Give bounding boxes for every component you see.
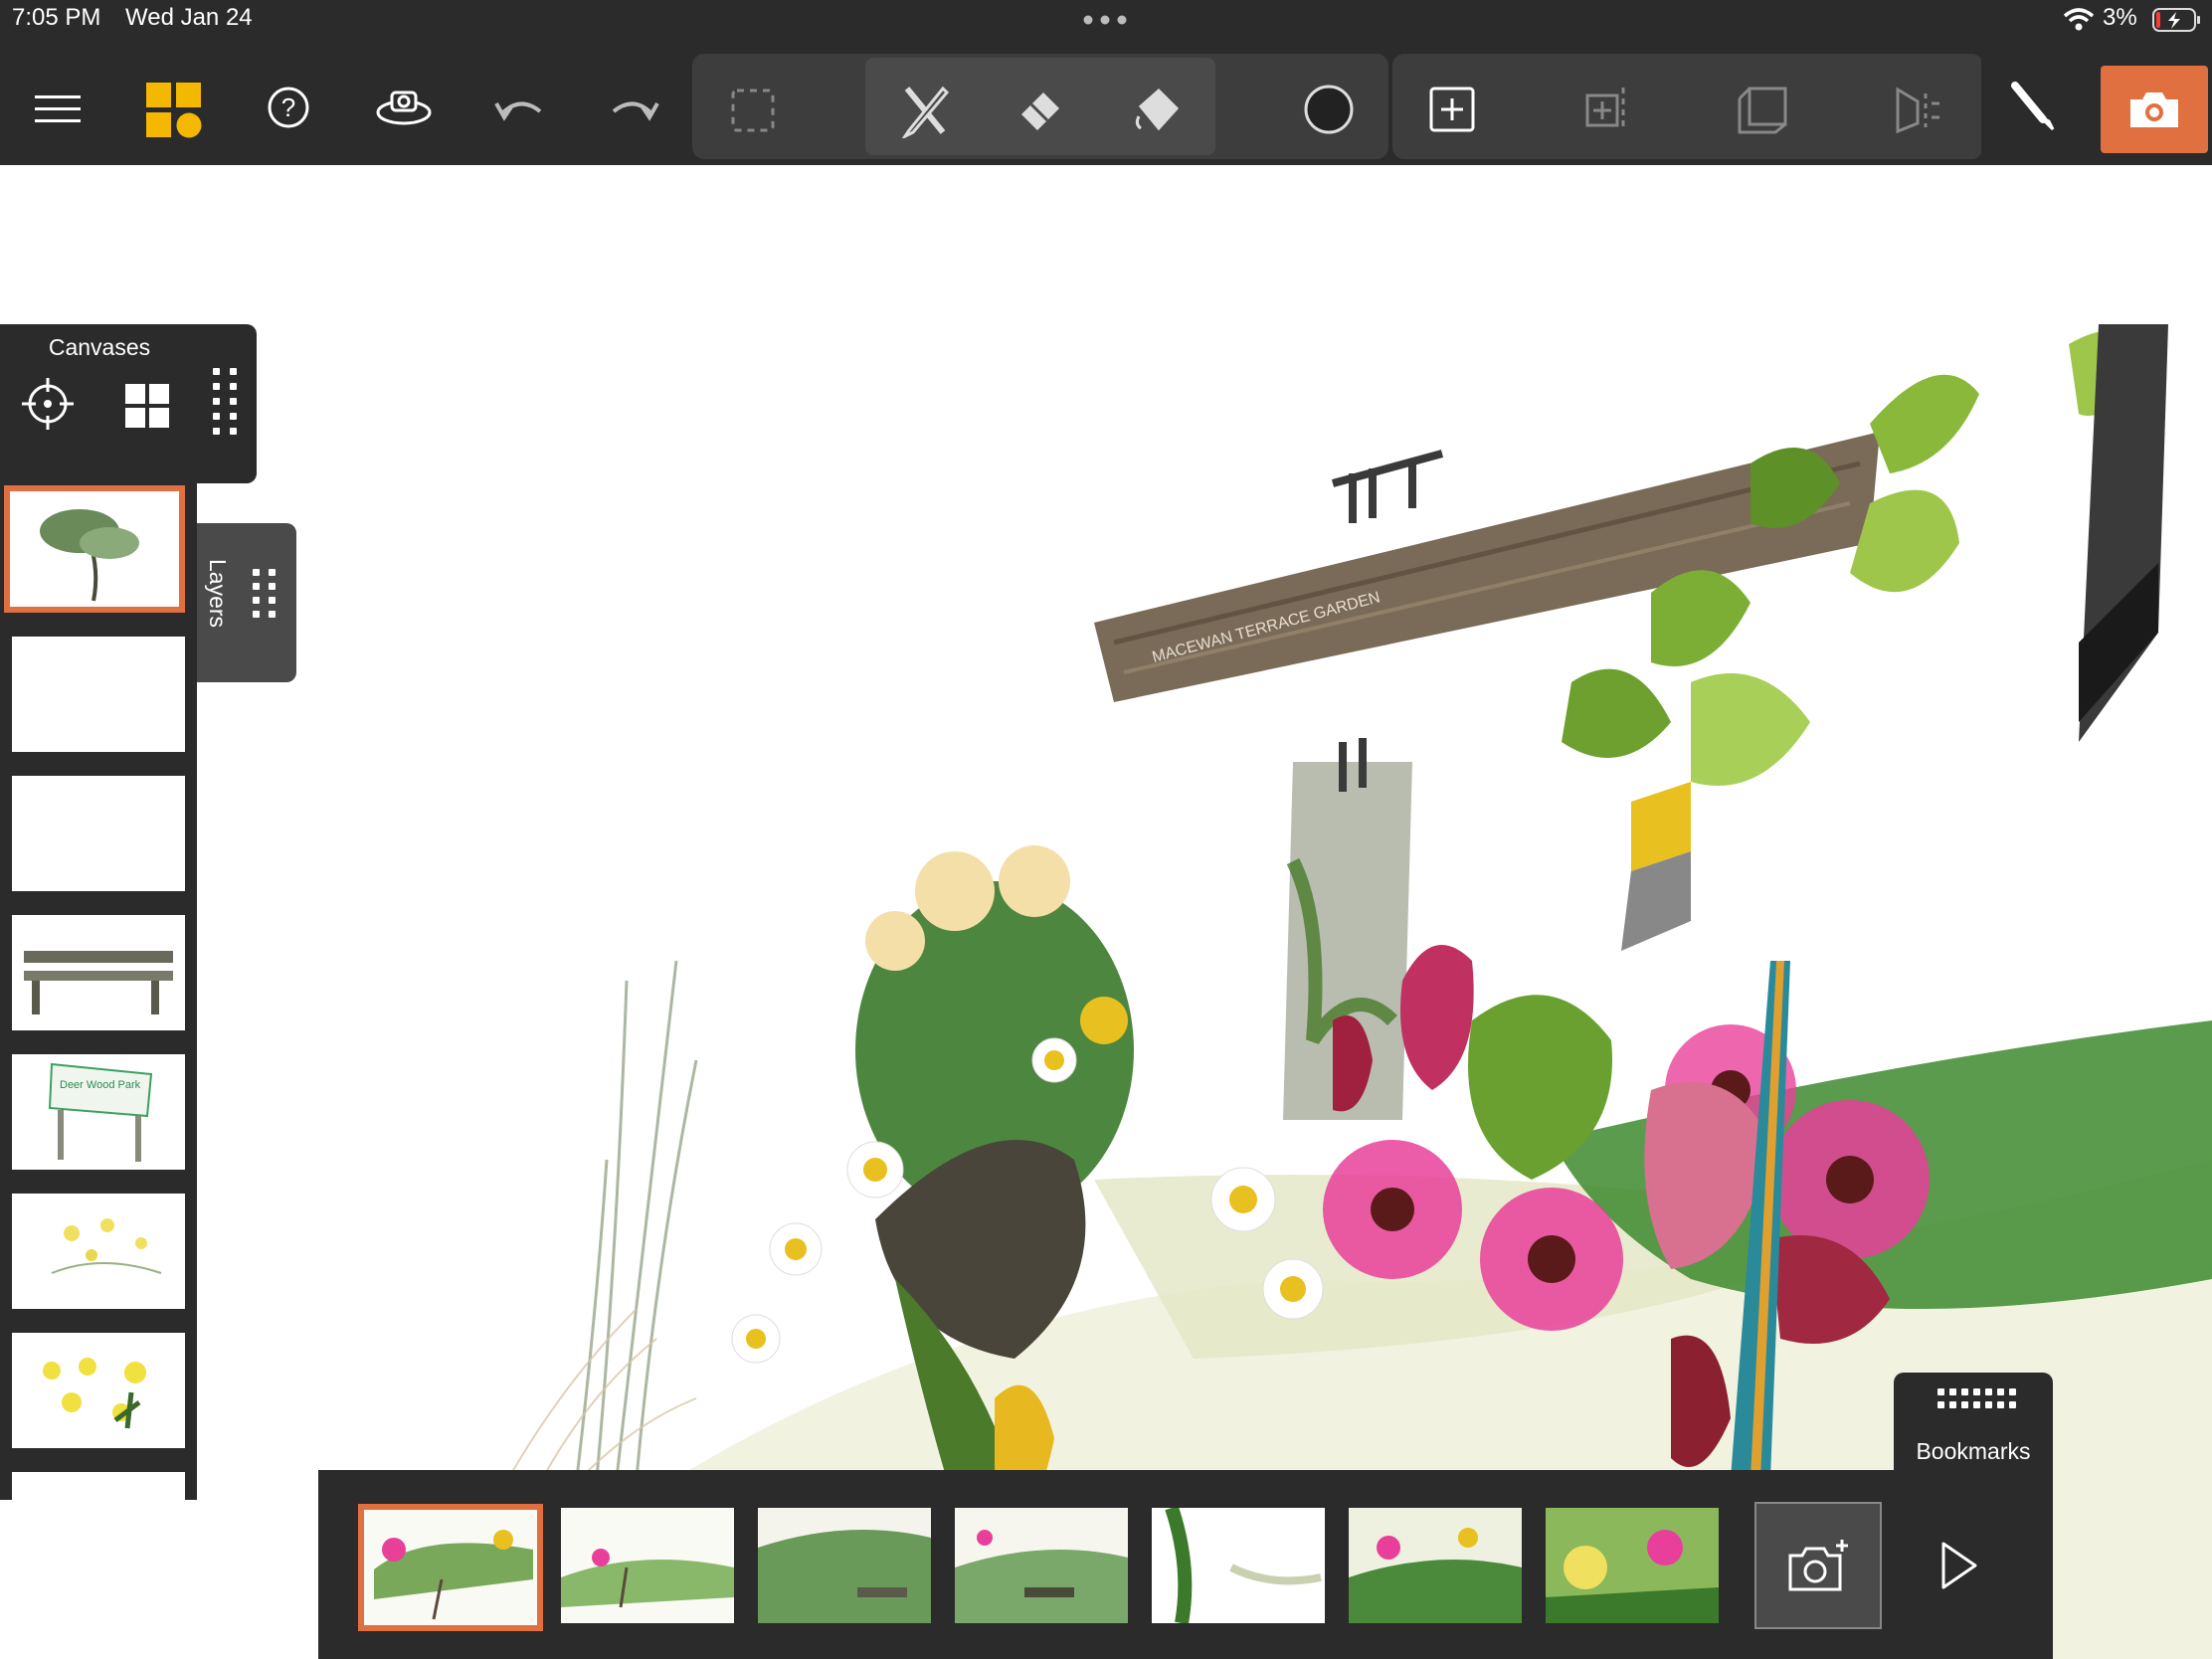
- canvas-thumb-bench[interactable]: [12, 915, 185, 1030]
- status-date: Wed Jan 24: [125, 4, 253, 31]
- status-bar: 7:05 PM Wed Jan 24 3%: [0, 0, 2212, 40]
- focus-canvas-button[interactable]: [20, 376, 76, 432]
- multitasking-dots-icon[interactable]: [1082, 14, 1128, 26]
- undo-button[interactable]: [491, 86, 547, 129]
- canvases-panel: Canvases: [0, 324, 257, 483]
- grid-icon: [125, 384, 169, 428]
- redo-button[interactable]: [607, 86, 662, 129]
- brush-icon: [2011, 82, 2055, 131]
- pencil-ruler-icon: [901, 86, 950, 138]
- camera-icon: [2130, 92, 2178, 127]
- canvas-thumb-partial[interactable]: [12, 1472, 185, 1500]
- brush-size-icon: [1304, 85, 1354, 134]
- brush-button[interactable]: [1981, 54, 2087, 159]
- bookmarks-tab[interactable]: Bookmarks: [1894, 1373, 2053, 1472]
- layers-drag-handle-icon[interactable]: [253, 569, 276, 618]
- target-icon: [22, 378, 74, 430]
- menu-icon: [35, 95, 81, 122]
- select-tool-button[interactable]: [722, 82, 784, 139]
- move-canvas-button[interactable]: [1577, 80, 1637, 139]
- layers-label: Layers: [205, 559, 231, 629]
- bookmarks-bar: [318, 1470, 2053, 1659]
- add-canvas-icon: [1429, 87, 1475, 132]
- garden-scene-illustration: MACEWAN TERRACE GARDEN: [466, 324, 2212, 1659]
- bookmark-thumb-4[interactable]: [955, 1508, 1128, 1623]
- status-time: 7:05 PM: [12, 4, 101, 31]
- bookmark-thumb-2[interactable]: [561, 1508, 734, 1623]
- rotate-view-button[interactable]: [372, 78, 436, 137]
- canvas-grid-button[interactable]: [119, 378, 175, 434]
- layers-tab[interactable]: Layers: [197, 523, 296, 682]
- mirror-canvas-button[interactable]: [1888, 80, 1947, 139]
- fill-bucket-icon: [1135, 88, 1180, 131]
- fill-button[interactable]: [1128, 82, 1190, 139]
- move-canvas-icon: [1585, 88, 1625, 131]
- battery-percent: 3%: [2103, 4, 2137, 31]
- camera-button[interactable]: [2101, 66, 2208, 153]
- canvas-thumb-tree[interactable]: [4, 485, 185, 613]
- park-sign-text: Deer Wood Park: [60, 1079, 141, 1091]
- help-icon: ?: [268, 87, 309, 128]
- pencil-ruler-button[interactable]: [891, 80, 959, 141]
- canvas-thumb-park-sign[interactable]: Deer Wood Park: [12, 1054, 185, 1170]
- drag-handle-icon[interactable]: [213, 368, 237, 435]
- canvases-title: Canvases: [48, 334, 151, 360]
- perspective-canvas-button[interactable]: [1733, 80, 1792, 139]
- perspective-canvas-icon: [1738, 87, 1787, 134]
- play-bookmarks-button[interactable]: [1932, 1524, 1987, 1607]
- add-bookmark-camera-icon: [1788, 1540, 1848, 1591]
- bookmark-thumb-6[interactable]: [1349, 1508, 1522, 1623]
- redo-icon: [612, 101, 659, 121]
- canvas-thumb-blank-2[interactable]: [12, 776, 185, 891]
- bookmarks-handle-icon: [1937, 1388, 2016, 1408]
- bookmark-thumb-1[interactable]: [358, 1504, 543, 1631]
- app-grid-button[interactable]: [143, 80, 205, 141]
- menu-button[interactable]: [28, 80, 88, 139]
- canvas-thumb-yellow-flowers[interactable]: [12, 1333, 185, 1448]
- brush-size-button[interactable]: [1299, 80, 1359, 139]
- canvas-thumb-blank-1[interactable]: [12, 637, 185, 752]
- add-bookmark-button[interactable]: [1754, 1502, 1882, 1629]
- battery-icon: [2152, 8, 2200, 32]
- mirror-canvas-icon: [1896, 87, 1939, 134]
- rotate-view-icon: [376, 91, 432, 125]
- bookmark-thumb-3[interactable]: [758, 1508, 931, 1623]
- eraser-button[interactable]: [1011, 84, 1070, 139]
- wifi-icon: [2063, 8, 2095, 31]
- bookmark-thumb-5[interactable]: [1152, 1508, 1325, 1623]
- svg-text:?: ?: [281, 92, 295, 122]
- play-icon: [1941, 1542, 1977, 1589]
- bookmarks-label: Bookmarks: [1916, 1438, 2031, 1464]
- drawing-canvas[interactable]: MACEWAN TERRACE GARDEN: [0, 165, 2212, 1659]
- add-canvas-button[interactable]: [1422, 80, 1482, 139]
- app-logo-icon: [146, 83, 202, 138]
- bookmark-thumb-7[interactable]: [1546, 1508, 1719, 1623]
- canvas-thumbnails-list: Deer Wood Park: [0, 483, 197, 1500]
- undo-icon: [494, 101, 542, 121]
- eraser-icon: [1021, 92, 1059, 130]
- canvas-thumb-yellow-flowers-sparse[interactable]: [12, 1194, 185, 1309]
- select-icon: [731, 89, 775, 132]
- help-button[interactable]: ?: [261, 80, 316, 135]
